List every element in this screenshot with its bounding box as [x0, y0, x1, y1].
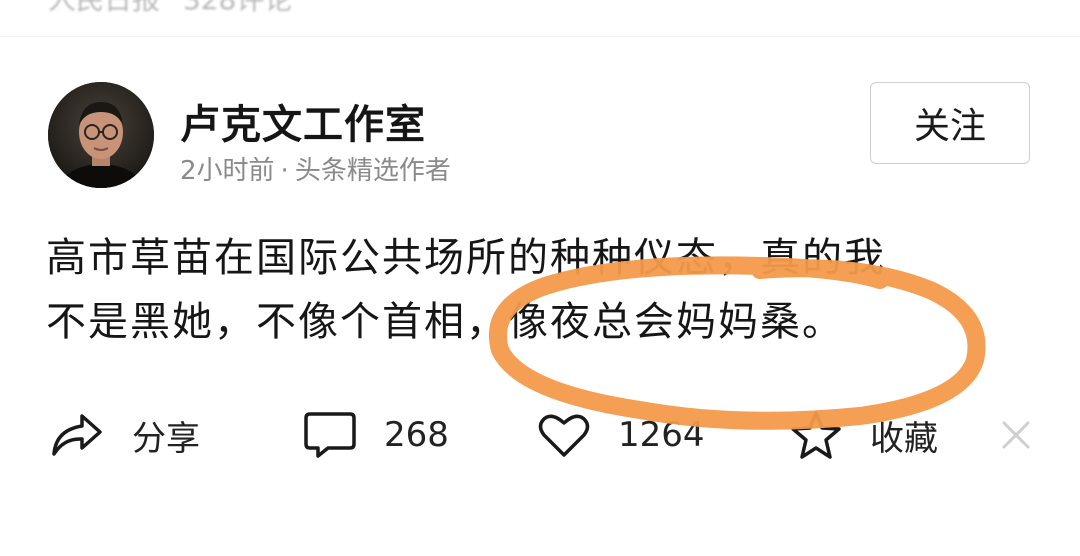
post-body: 高市草苗在国际公共场所的种种仪态，真的我 不是黑她，不像个首相，像夜总会妈妈桑。: [46, 226, 1036, 354]
close-icon: [1002, 421, 1030, 449]
author-name[interactable]: 卢克文工作室: [180, 92, 426, 150]
share-icon: [52, 414, 102, 456]
favorite-button[interactable]: 收藏: [790, 400, 938, 470]
post-line: 高市草苗在国际公共场所的种种仪态，真的我: [46, 235, 886, 281]
comment-count: 268: [384, 415, 449, 455]
author-badge: 头条精选作者: [294, 156, 451, 186]
author-meta: 2小时前 · 头条精选作者: [180, 150, 451, 187]
post-time: 2小时前: [180, 156, 275, 186]
divider: [0, 36, 1080, 37]
like-button[interactable]: 1264: [538, 400, 705, 470]
comment-count-label: 328评论: [183, 0, 292, 16]
previous-item-meta: 人民日报 328评论: [48, 0, 306, 18]
like-count: 1264: [618, 415, 705, 455]
heart-icon: [538, 414, 590, 457]
meta-separator: ·: [280, 156, 289, 186]
comment-icon: [304, 412, 356, 458]
share-button[interactable]: 分享: [50, 400, 200, 470]
post-line: 不是黑她，不像个首相，像夜总会妈妈桑。: [46, 299, 844, 345]
star-icon: [791, 411, 841, 459]
favorite-label: 收藏: [870, 418, 938, 459]
share-label: 分享: [132, 418, 200, 459]
dismiss-button[interactable]: [1000, 400, 1032, 470]
action-bar: 分享 268 1264 收藏: [0, 400, 1080, 470]
source-label: 人民日报: [48, 0, 160, 16]
avatar-image: [48, 82, 154, 188]
avatar[interactable]: [48, 82, 154, 188]
follow-button[interactable]: 关注: [870, 82, 1030, 164]
comment-button[interactable]: 268: [304, 400, 449, 470]
